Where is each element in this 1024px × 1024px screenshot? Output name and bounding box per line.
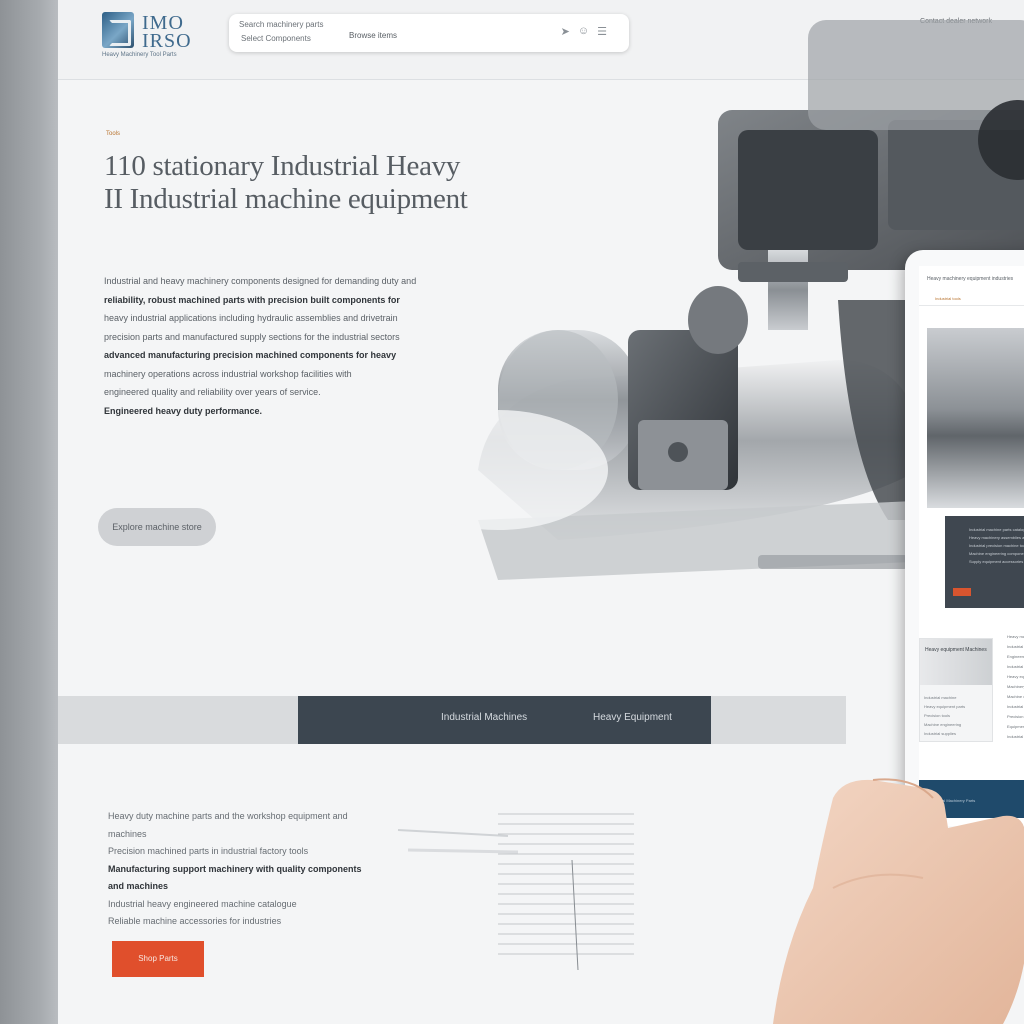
hero-title: 110 stationary Industrial Heavy II Indus… — [104, 150, 524, 216]
tablet-list-item[interactable]: Machine catalog parts — [1007, 692, 1024, 702]
tablet-list-item[interactable]: Heavy equipment supply — [1007, 672, 1024, 682]
lower-line: Industrial heavy engineered machine cata… — [108, 898, 297, 909]
web-page: IMO IRSO Heavy Machinery Tool Parts Sear… — [58, 0, 1024, 1024]
logo-mark-icon — [102, 12, 134, 48]
tablet-promo-line: Heavy machinery assemblies and parts — [969, 535, 1024, 540]
tablet-header-sub: Industrial tools — [935, 296, 961, 301]
hero-body-line: Engineered heavy duty performance. — [104, 405, 263, 416]
hero-description: Industrial and heavy machinery component… — [104, 272, 444, 420]
tablet-promo-line: Industrial precision machine tools — [969, 543, 1024, 548]
tablet-card-line: Precision tools — [924, 713, 951, 718]
search-category-select[interactable]: Select Components — [241, 34, 311, 43]
left-side-bar — [0, 0, 58, 1024]
tablet-side-list: Heavy machine parts catalog Industrial p… — [1007, 632, 1024, 742]
search-input[interactable]: Search machinery parts — [239, 20, 323, 29]
shop-parts-button[interactable]: Shop Parts — [112, 941, 204, 977]
tablet-card-line: Industrial supplies — [924, 731, 957, 736]
tablet-card-line: Heavy equipment parts — [924, 704, 966, 709]
tablet-device: Heavy machinery equipment industries Ind… — [905, 250, 1024, 846]
lower-line: Heavy duty machine parts and the worksho… — [108, 811, 348, 839]
logo-tagline: Heavy Machinery Tool Parts — [102, 52, 177, 58]
tablet-promo-line: Machine engineering components — [969, 551, 1024, 556]
tablet-promo-line: Supply equipment accessories — [969, 559, 1024, 564]
tablet-card-text: Industrial machine Heavy equipment parts… — [924, 693, 965, 738]
tablet-card-line: Industrial machine — [924, 695, 957, 700]
hero-body-line: reliability, robust machined parts with … — [104, 294, 400, 305]
hero-body-line: machinery operations across industrial w… — [104, 368, 352, 379]
tablet-hero-image — [927, 328, 1024, 508]
lower-line: Precision machined parts in industrial f… — [108, 846, 309, 856]
tablet-card[interactable]: Heavy equipment Machines Industrial mach… — [919, 638, 993, 742]
tablet-list-item[interactable]: Heavy machine parts catalog — [1007, 632, 1024, 642]
tablet-list-item[interactable]: Equipment engineering parts — [1007, 722, 1024, 732]
site-logo[interactable]: IMO IRSO Heavy Machinery Tool Parts — [102, 12, 242, 58]
tablet-header-title: Heavy machinery equipment industries — [927, 276, 1014, 282]
tablet-list-item[interactable]: Industrial precision machines — [1007, 642, 1024, 652]
tablet-list-item[interactable]: Industrial machinery — [1007, 732, 1024, 742]
tablet-list-item[interactable]: Industrial heavy parts — [1007, 702, 1024, 712]
tablet-list-item[interactable]: Engineered machine components — [1007, 652, 1024, 662]
lower-line: Manufacturing support machinery with qua… — [108, 863, 362, 892]
tab-industrial-machines[interactable]: Industrial Machines — [441, 712, 527, 723]
hero-body-line: heavy industrial applications including … — [104, 313, 398, 323]
tablet-list-item[interactable]: Machinery workshop — [1007, 682, 1024, 692]
search-browse-button[interactable]: Browse items — [349, 31, 397, 40]
tablet-promo-line: Industrial machine parts catalogue — [969, 527, 1024, 532]
tablet-screen: Heavy machinery equipment industries Ind… — [919, 266, 1024, 826]
tablet-promo-panel: Industrial machine parts catalogue Heavy… — [945, 516, 1024, 608]
tablet-card-line: Machine engineering — [924, 722, 962, 727]
hand-illustration — [773, 778, 1024, 1024]
logo-wordmark: IMO IRSO — [142, 12, 192, 52]
tablet-header: Heavy machinery equipment industries Ind… — [919, 266, 1024, 306]
hero-body-line: Industrial and heavy machinery component… — [104, 276, 417, 286]
hero-body-line: advanced manufacturing precision machine… — [104, 350, 397, 360]
hero-body-line: precision parts and manufactured supply … — [104, 331, 400, 342]
lower-description: Heavy duty machine parts and the worksho… — [108, 808, 368, 931]
blueprint-sketch — [397, 813, 634, 971]
tablet-promo-button[interactable] — [953, 588, 971, 596]
explore-store-button[interactable]: Explore machine store — [98, 508, 216, 546]
tablet-card-title: Heavy equipment Machines — [920, 639, 992, 685]
hero-title-line-1: 110 stationary Industrial Heavy — [104, 150, 461, 182]
hero-eyebrow: Tools — [106, 131, 121, 137]
tablet-list-item[interactable]: Industrial tool parts — [1007, 662, 1024, 672]
hero-body-line: engineered quality and reliability over … — [104, 387, 321, 397]
tablet-list-item[interactable]: Precision machine tools — [1007, 712, 1024, 722]
lower-line: Reliable machine accessories for industr… — [108, 916, 282, 926]
tablet-promo-text: Industrial machine parts catalogue Heavy… — [969, 526, 1024, 566]
tab-heavy-equipment[interactable]: Heavy Equipment — [593, 712, 672, 723]
hero-title-line-2: II Industrial machine equipment — [104, 183, 468, 215]
